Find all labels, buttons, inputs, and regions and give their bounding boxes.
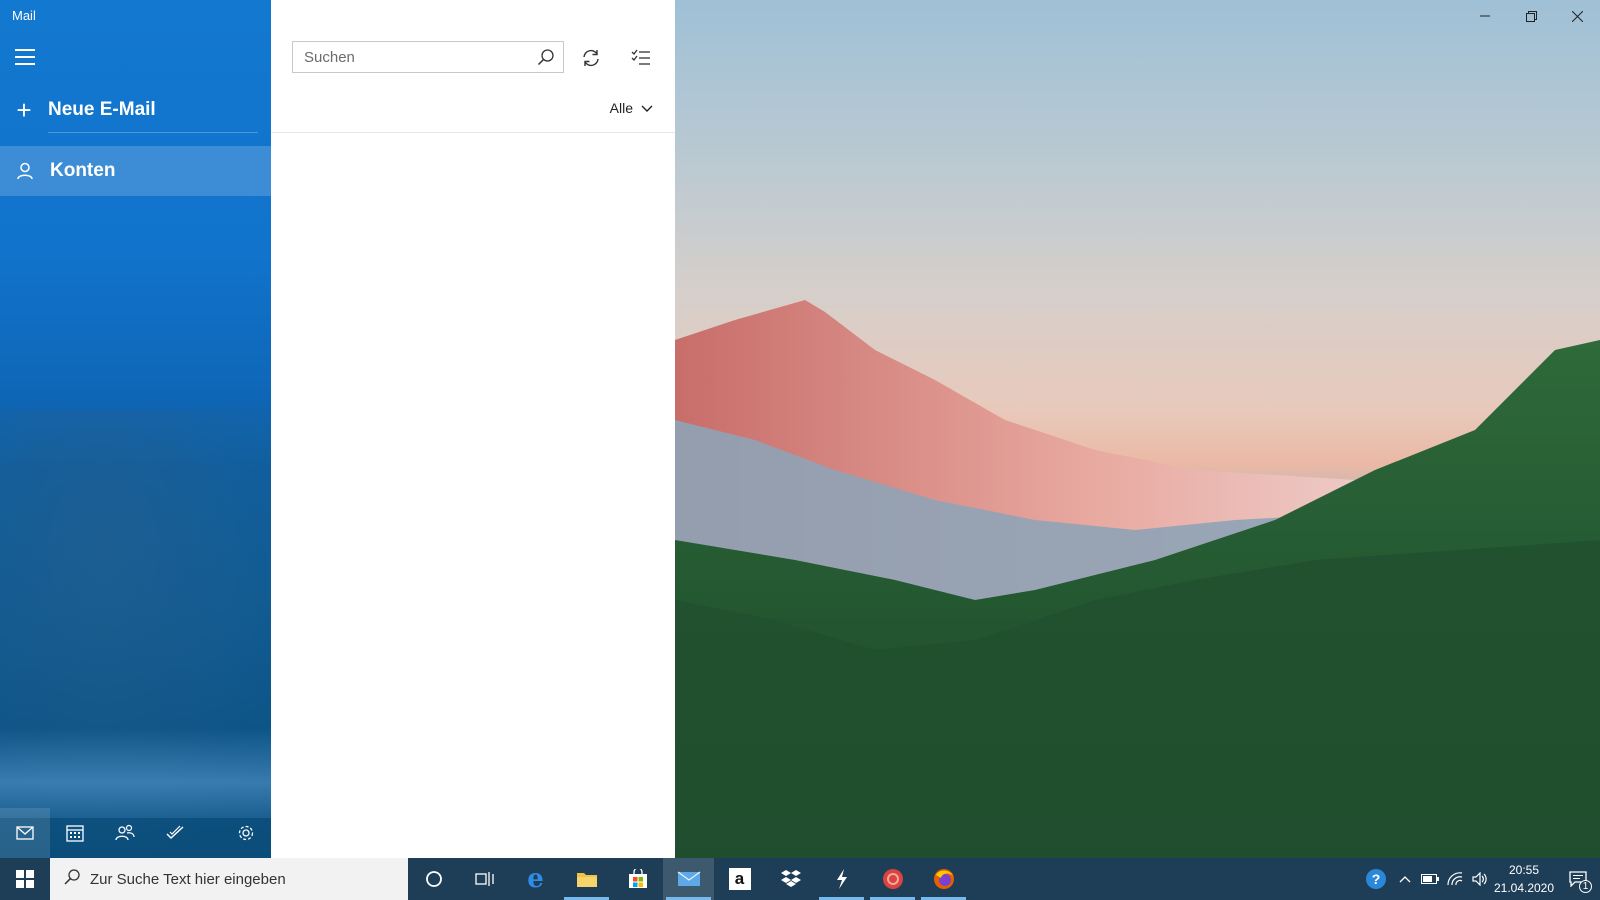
search-icon [64, 868, 80, 890]
nav-divider [48, 132, 258, 133]
hamburger-icon[interactable] [15, 49, 35, 65]
settings-icon[interactable] [221, 808, 271, 858]
selection-mode-icon[interactable] [626, 43, 656, 73]
filter-dropdown[interactable]: Alle [610, 100, 653, 116]
cortana-icon[interactable] [408, 858, 459, 900]
restore-button[interactable] [1508, 0, 1554, 32]
people-icon[interactable] [100, 808, 150, 858]
clock-date: 21.04.2020 [1493, 881, 1555, 895]
file-explorer-icon[interactable] [561, 858, 612, 900]
accounts-item[interactable]: Konten [0, 146, 271, 196]
windows-icon [16, 870, 34, 888]
nav-bottom-bar [0, 808, 271, 858]
clock[interactable]: 20:55 21.04.2020 [1492, 861, 1556, 897]
chevron-down-icon [641, 100, 653, 116]
dropbox-icon[interactable] [765, 858, 816, 900]
notification-badge: 1 [1579, 880, 1592, 893]
app-title: Mail [12, 8, 36, 23]
task-view-icon[interactable] [459, 858, 510, 900]
plus-icon: + [16, 95, 32, 125]
battery-icon[interactable] [1417, 858, 1442, 900]
edge-icon[interactable]: e [510, 858, 561, 900]
filter-label: Alle [609, 100, 633, 116]
mountain-landscape [675, 300, 1600, 858]
svg-text:?: ? [1372, 871, 1381, 887]
amazon-icon[interactable]: a [714, 858, 765, 900]
new-mail-label: Neue E-Mail [48, 99, 156, 120]
clock-time: 20:55 [1508, 863, 1540, 877]
search-icon[interactable] [529, 42, 563, 72]
firefox-icon[interactable] [918, 858, 969, 900]
new-mail-button[interactable]: + Neue E-Mail [0, 90, 271, 130]
desktop-wallpaper [675, 0, 1600, 858]
app-red-icon[interactable] [867, 858, 918, 900]
list-divider [271, 132, 675, 133]
mail-icon[interactable] [0, 808, 50, 858]
taskbar: Zur Suche Text hier eingeben e a ? 20:55… [0, 858, 1600, 900]
sync-icon[interactable] [576, 43, 606, 73]
notification-center-button[interactable]: 1 [1556, 858, 1600, 900]
todo-icon[interactable] [150, 808, 200, 858]
volume-icon[interactable] [1467, 858, 1492, 900]
store-icon[interactable] [612, 858, 663, 900]
message-list-pane: Alle [271, 0, 675, 858]
start-button[interactable] [0, 858, 50, 900]
app-bolt-icon[interactable] [816, 858, 867, 900]
person-icon [0, 162, 50, 180]
calendar-icon[interactable] [50, 808, 100, 858]
help-icon[interactable]: ? [1360, 858, 1392, 900]
close-button[interactable] [1554, 0, 1600, 32]
taskbar-search-placeholder: Zur Suche Text hier eingeben [90, 870, 286, 888]
minimize-button[interactable] [1462, 0, 1508, 32]
accounts-label: Konten [50, 160, 116, 181]
network-icon[interactable] [1442, 858, 1467, 900]
taskbar-search[interactable]: Zur Suche Text hier eingeben [50, 858, 408, 900]
chevron-up-icon[interactable] [1392, 858, 1417, 900]
search-input[interactable] [293, 43, 529, 71]
navigation-pane: Mail + Neue E-Mail Konten [0, 0, 271, 858]
system-tray: ? 20:55 21.04.2020 1 [1360, 858, 1600, 900]
search-box [292, 41, 564, 73]
background-lake [0, 728, 271, 818]
mail-app-icon[interactable] [663, 858, 714, 900]
